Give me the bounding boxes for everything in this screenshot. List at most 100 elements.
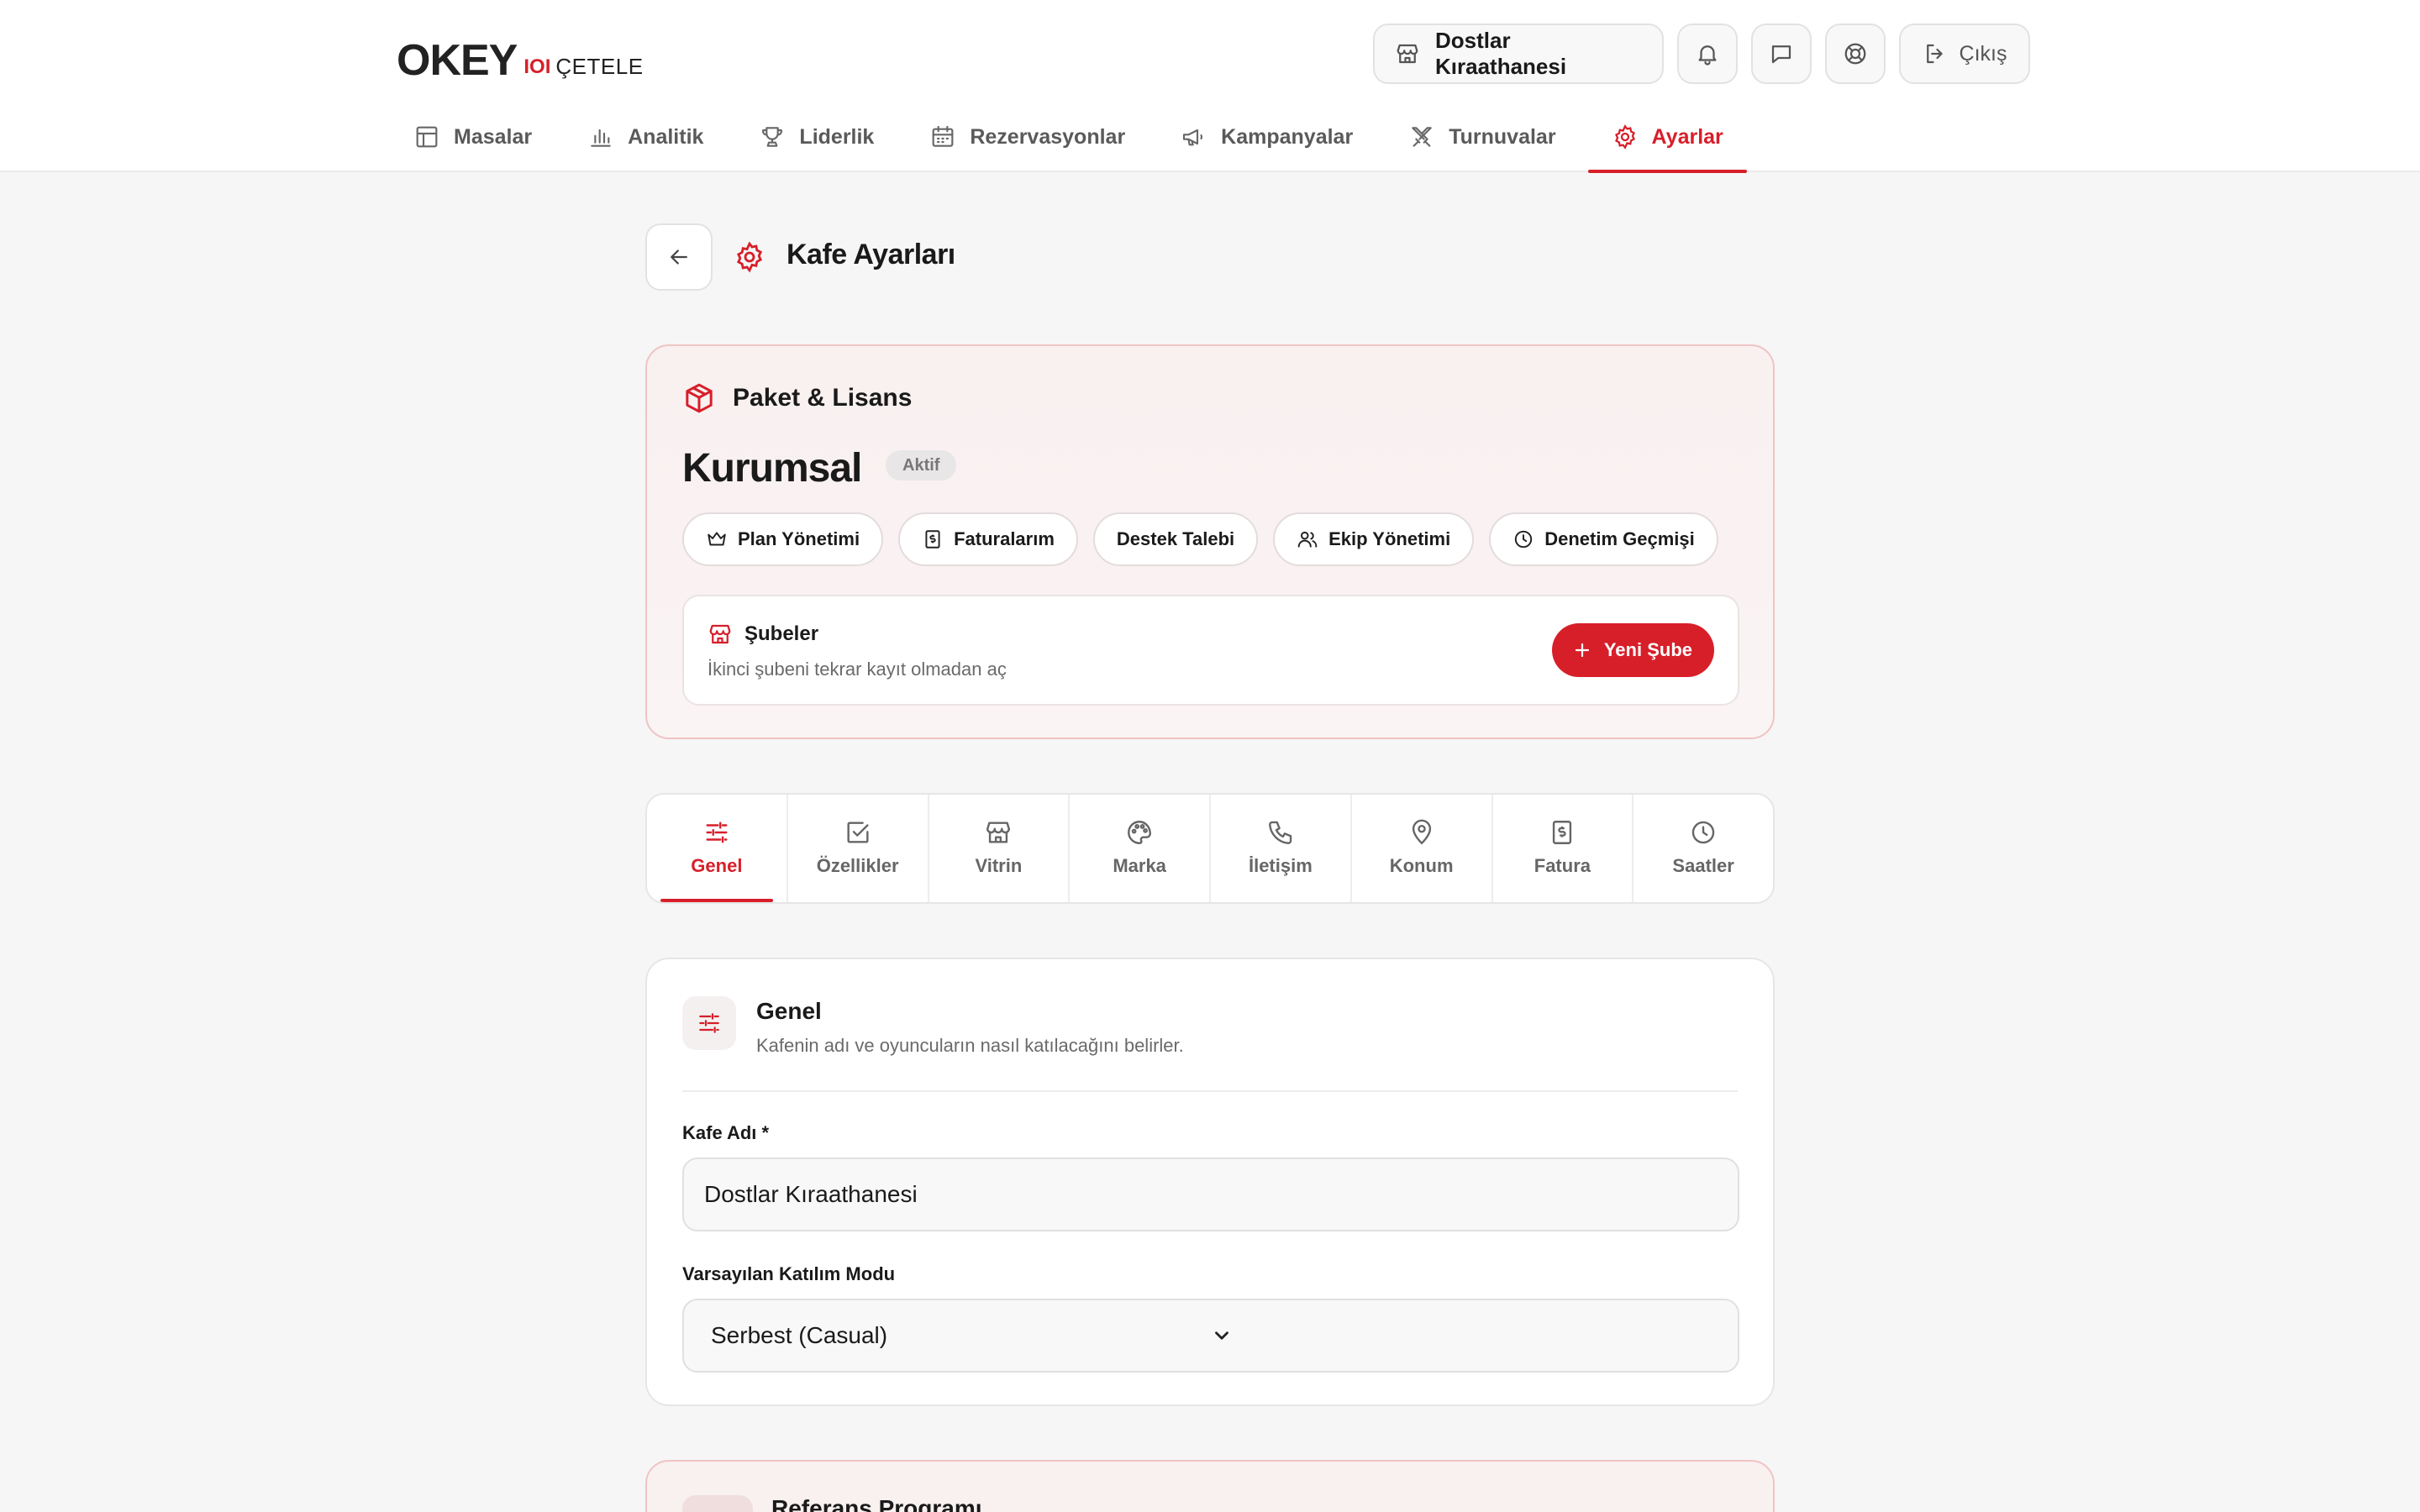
pill-label: Faturalarım: [954, 528, 1055, 549]
general-settings-card: Genel Kafenin adı ve oyuncuların nasıl k…: [645, 958, 1775, 1406]
nav-item-rezervasyonlar[interactable]: Rezervasyonlar: [906, 118, 1149, 156]
receipt-icon: [922, 528, 944, 550]
gear-icon: [1612, 123, 1639, 150]
checkbox-icon: [844, 818, 872, 847]
tab-marka[interactable]: Marka: [1070, 795, 1211, 902]
store-icon: [708, 622, 733, 647]
settings-tabs: Genel Özellikler Vitrin Marka İletişim K…: [645, 793, 1775, 904]
nav-item-kampanyalar[interactable]: Kampanyalar: [1157, 118, 1376, 156]
tab-iletisim[interactable]: İletişim: [1211, 795, 1352, 902]
top-bar: OKEY IOI ÇETELE Dostlar Kıraathanesi Çık…: [0, 0, 2420, 173]
swords-icon: [1408, 123, 1435, 150]
join-mode-label: Varsayılan Katılım Modu: [682, 1263, 896, 1284]
gear-icon: [733, 240, 766, 274]
tab-label: Fatura: [1534, 855, 1591, 876]
users-icon: [1297, 528, 1318, 550]
package-heading-label: Paket & Lisans: [733, 384, 913, 412]
new-branch-label: Yeni Şube: [1603, 639, 1692, 660]
tab-konum[interactable]: Konum: [1352, 795, 1493, 902]
invoices-button[interactable]: Faturalarım: [898, 512, 1078, 566]
sliders-icon: [682, 996, 736, 1050]
pill-label: Ekip Yönetimi: [1328, 528, 1451, 549]
cafe-switcher-button[interactable]: Dostlar Kıraathanesi: [1373, 24, 1664, 84]
megaphone-icon: [1181, 123, 1207, 150]
receipt-icon: [1548, 818, 1576, 847]
pill-label: Denetim Geçmişi: [1544, 528, 1695, 549]
clock-icon: [1689, 818, 1718, 847]
main-nav: Masalar Analitik Liderlik Rezervasyonlar…: [413, 118, 1755, 173]
store-icon: [1395, 41, 1420, 66]
nav-item-turnuvalar[interactable]: Turnuvalar: [1385, 118, 1579, 156]
tab-vitrin[interactable]: Vitrin: [929, 795, 1071, 902]
page-title: Kafe Ayarları: [786, 239, 955, 270]
pill-label: Plan Yönetimi: [738, 528, 860, 549]
bell-icon: [1695, 41, 1720, 66]
support-ticket-button[interactable]: Destek Talebi: [1092, 512, 1259, 566]
referral-icon: [682, 1495, 753, 1512]
tab-label: Marka: [1113, 855, 1166, 876]
map-pin-icon: [1407, 818, 1436, 847]
nav-label: Analitik: [628, 124, 704, 149]
section-subtitle: Kafenin adı ve oyuncuların nasıl katılac…: [756, 1035, 1184, 1056]
nav-item-liderlik[interactable]: Liderlik: [735, 118, 897, 156]
branches-title: Şubeler: [708, 622, 818, 647]
tab-label: Konum: [1389, 855, 1454, 876]
logout-icon: [1923, 41, 1948, 66]
support-button[interactable]: [1825, 24, 1886, 84]
logo-tile-mark: IOI: [523, 55, 551, 78]
nav-label: Rezervasyonlar: [970, 124, 1126, 149]
nav-label: Liderlik: [799, 124, 875, 149]
nav-label: Kampanyalar: [1221, 124, 1354, 149]
back-button[interactable]: [645, 223, 713, 291]
referral-title: Referans Programı: [771, 1495, 982, 1512]
bar-chart-icon: [587, 123, 614, 150]
message-icon: [1769, 41, 1794, 66]
store-icon: [984, 818, 1013, 847]
logo-wordmark: OKEY: [397, 36, 518, 85]
messages-button[interactable]: [1751, 24, 1812, 84]
logo-subtext: ÇETELE: [555, 54, 644, 79]
package-heading: Paket & Lisans: [682, 381, 912, 415]
tab-label: İletişim: [1248, 855, 1313, 876]
team-management-button[interactable]: Ekip Yönetimi: [1273, 512, 1475, 566]
branches-panel: Şubeler İkinci şubeni tekrar kayıt olmad…: [682, 595, 1739, 706]
tab-label: Özellikler: [816, 855, 899, 876]
new-branch-button[interactable]: Yeni Şube: [1551, 623, 1714, 677]
calendar-icon: [929, 123, 956, 150]
tab-genel[interactable]: Genel: [647, 795, 788, 902]
branches-subtitle: İkinci şubeni tekrar kayıt olmadan aç: [708, 659, 1007, 680]
clock-icon: [1512, 528, 1534, 550]
join-mode-select[interactable]: Serbest (Casual): [682, 1299, 1739, 1373]
tab-saatler[interactable]: Saatler: [1634, 795, 1773, 902]
nav-item-ayarlar[interactable]: Ayarlar: [1587, 118, 1748, 173]
join-mode-value: Serbest (Casual): [711, 1322, 888, 1348]
tab-ozellikler[interactable]: Özellikler: [788, 795, 929, 902]
tab-label: Saatler: [1672, 855, 1734, 876]
package-icon: [682, 381, 716, 415]
tab-fatura[interactable]: Fatura: [1493, 795, 1634, 902]
nav-label: Turnuvalar: [1449, 124, 1556, 149]
section-title: Genel: [756, 998, 822, 1024]
lifebuoy-icon: [1843, 41, 1868, 66]
arrow-left-icon: [666, 244, 692, 270]
cafe-name: Dostlar Kıraathanesi: [1435, 28, 1567, 79]
referral-program-card: Referans Programı: [645, 1460, 1775, 1512]
crown-icon: [706, 528, 728, 550]
palette-icon: [1125, 818, 1154, 847]
plan-management-button[interactable]: Plan Yönetimi: [682, 512, 884, 566]
plan-name: Kurumsal: [682, 446, 862, 491]
status-badge: Aktif: [886, 450, 957, 480]
okey-logo[interactable]: OKEY IOI ÇETELE: [397, 32, 644, 82]
logout-button[interactable]: Çıkış: [1899, 24, 2030, 84]
nav-item-analitik[interactable]: Analitik: [564, 118, 727, 156]
plus-icon: [1572, 640, 1592, 660]
sliders-icon: [702, 818, 731, 847]
tab-label: Genel: [691, 855, 743, 876]
audit-history-button[interactable]: Denetim Geçmişi: [1489, 512, 1718, 566]
pill-label: Destek Talebi: [1116, 528, 1235, 549]
cafe-name-field[interactable]: [682, 1158, 1739, 1231]
notifications-button[interactable]: [1677, 24, 1738, 84]
nav-item-masalar[interactable]: Masalar: [413, 118, 555, 156]
branches-title-label: Şubeler: [744, 622, 819, 645]
trophy-icon: [759, 123, 786, 150]
